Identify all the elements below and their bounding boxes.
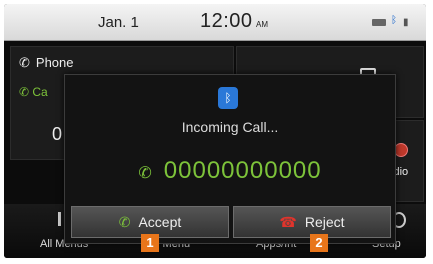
phone-number-fragment: 0 [52,124,63,144]
phone-tile-contact-row: ✆ Ca [19,85,48,99]
phone-handset-icon: ✆ [19,55,30,70]
popup-title: Incoming Call... [181,119,279,135]
callout-marker-reject: 2 [310,234,328,252]
status-bar: Jan. 1 12:00 AM ᛒ ▮ [4,4,426,41]
status-icons: ᛒ ▮ [372,15,424,29]
clock-ampm: AM [256,20,268,29]
caller-number: 00000000000 [163,157,322,184]
accept-call-icon: ✆ [118,214,131,230]
bluetooth-icon: ᛒ [218,87,238,109]
date-label: Jan. 1 [98,14,139,31]
reject-label: Reject [304,214,345,230]
caller-row: ✆ 00000000000 [65,157,395,185]
callout-marker-accept: 1 [141,234,159,252]
accept-label: Accept [138,214,182,230]
head-unit-screen: Jan. 1 12:00 AM ᛒ ▮ ✆Phone ✆ Ca 0 Audio … [4,4,426,258]
clock-time: 12:00 [200,10,253,32]
contact-fragment: Ca [32,85,48,99]
bluetooth-status-icon: ᛒ [391,15,397,26]
phone-tile-label: Phone [35,55,74,70]
incoming-call-icon: ✆ [138,165,152,182]
phone-tile-title: ✆ Phone [19,55,74,71]
reject-call-icon: ☎ [279,214,297,230]
signal-icon: ▮ [403,17,409,28]
battery-icon [372,19,386,26]
audio-source-icon [394,143,408,157]
incoming-call-popup: ᛒ Incoming Call... ✆ 00000000000 ✆ Accept … [64,74,396,244]
